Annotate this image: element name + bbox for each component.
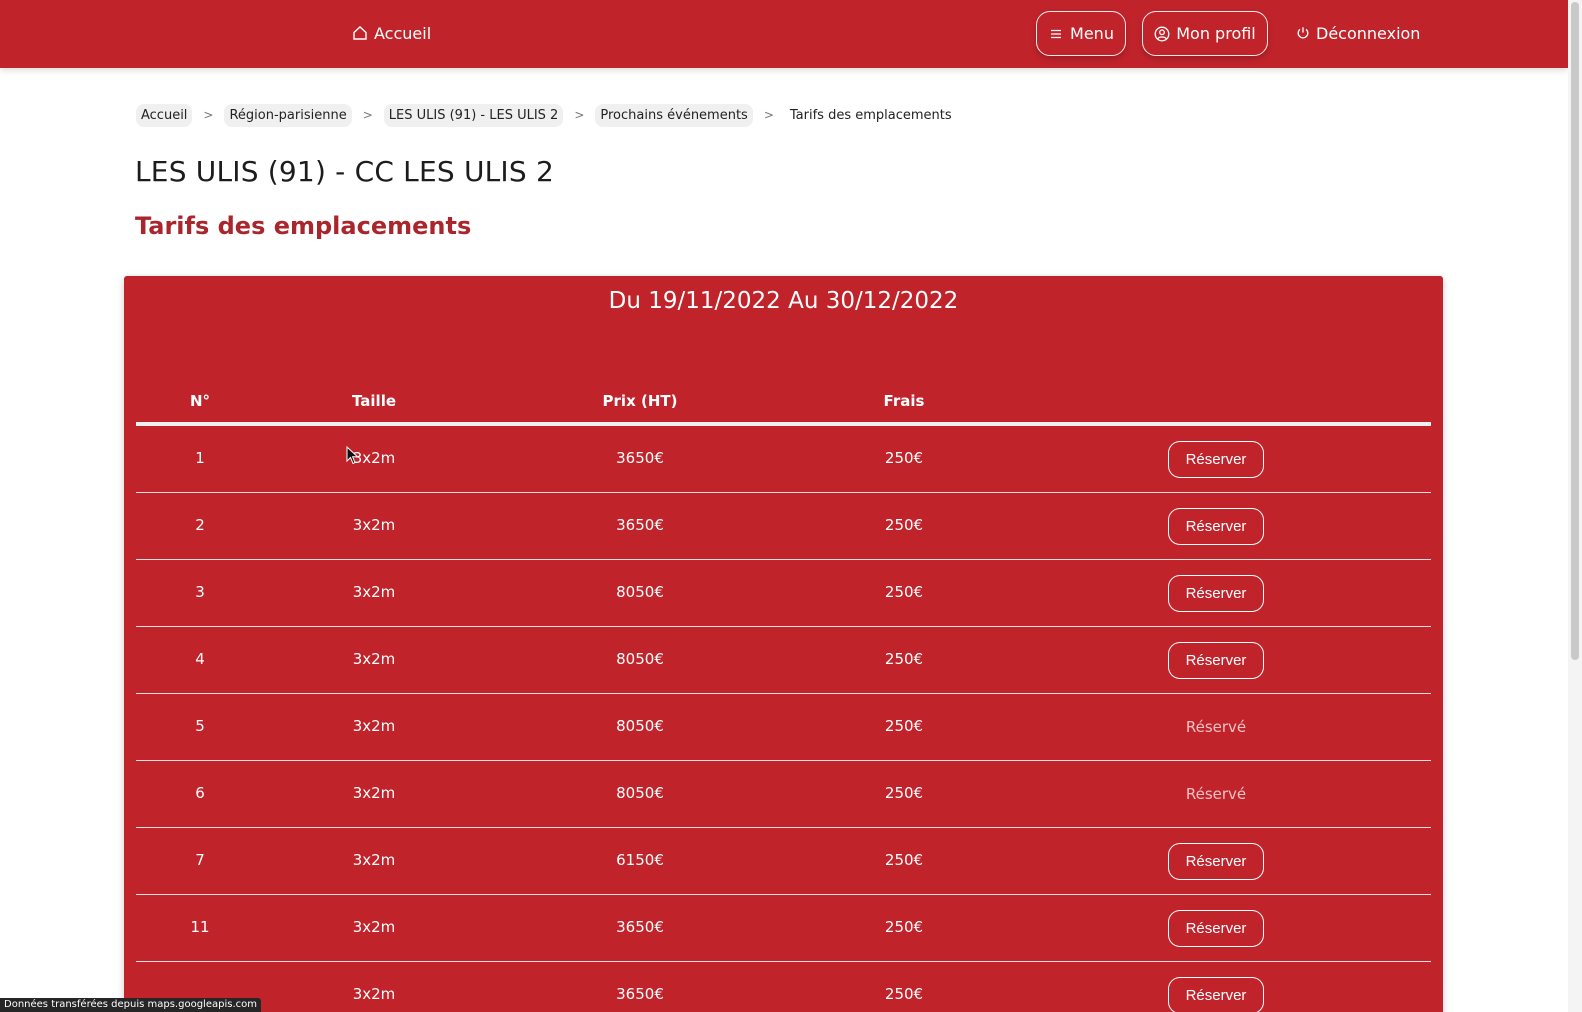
cell-number: 4 xyxy=(195,650,205,668)
home-icon xyxy=(353,26,367,40)
table-row: 3 3x2m 8050€ 250€ Réserver xyxy=(136,560,1431,627)
reserved-status: Réservé xyxy=(1185,785,1247,803)
mouse-cursor-icon xyxy=(346,446,359,465)
chevron-right-icon: > xyxy=(574,108,585,122)
scrollbar-thumb[interactable] xyxy=(1571,2,1579,660)
table-row: 4 3x2m 8050€ 250€ Réserver xyxy=(136,627,1431,694)
page-title: LES ULIS (91) - CC LES ULIS 2 xyxy=(135,155,554,188)
cell-price: 8050€ xyxy=(616,717,664,735)
cell-size: 3x2m xyxy=(352,583,396,601)
menu-label: Menu xyxy=(1070,24,1114,43)
breadcrumb-item-events[interactable]: Prochains événements xyxy=(595,103,753,127)
cell-number: 2 xyxy=(195,516,205,534)
column-header-number: N° xyxy=(189,392,211,410)
chevron-right-icon: > xyxy=(362,108,373,122)
cell-fee: 250€ xyxy=(884,851,924,869)
cell-number: 6 xyxy=(195,784,205,802)
cell-number: 7 xyxy=(195,851,205,869)
top-navbar: Accueil Menu Mon profil Déconnexion xyxy=(0,0,1568,68)
reserve-button[interactable]: Réserver xyxy=(1168,977,1264,1012)
column-header-size: Taille xyxy=(351,392,397,410)
chevron-right-icon: > xyxy=(763,108,774,122)
reserve-button[interactable]: Réserver xyxy=(1168,642,1264,679)
table-row: 3x2m 3650€ 250€ Réserver xyxy=(136,962,1431,1012)
cell-fee: 250€ xyxy=(884,650,924,668)
breadcrumb-item-accueil[interactable]: Accueil xyxy=(136,103,193,127)
breadcrumb-current: Tarifs des emplacements xyxy=(789,107,952,123)
table-row: 6 3x2m 8050€ 250€ Réservé xyxy=(136,761,1431,828)
cell-price: 3650€ xyxy=(616,449,664,467)
reserve-button[interactable]: Réserver xyxy=(1168,508,1264,545)
menu-button[interactable]: Menu xyxy=(1036,11,1126,56)
reserve-button[interactable]: Réserver xyxy=(1168,575,1264,612)
logout-label: Déconnexion xyxy=(1316,23,1421,43)
cell-number: 1 xyxy=(195,449,205,467)
cell-price: 3650€ xyxy=(616,985,664,1003)
section-title: Tarifs des emplacements xyxy=(135,212,472,240)
cell-price: 8050€ xyxy=(616,583,664,601)
cell-fee: 250€ xyxy=(884,985,924,1003)
table-row: 2 3x2m 3650€ 250€ Réserver xyxy=(136,493,1431,560)
profile-label: Mon profil xyxy=(1176,24,1256,43)
column-header-price: Prix (HT) xyxy=(602,392,678,410)
cell-size: 3x2m xyxy=(352,717,396,735)
nav-home-label: Accueil xyxy=(374,23,432,43)
breadcrumb-item-site[interactable]: LES ULIS (91) - LES ULIS 2 xyxy=(383,103,564,127)
cell-size: 3x2m xyxy=(352,650,396,668)
pricing-panel: Du 19/11/2022 Au 30/12/2022 N° Taille Pr… xyxy=(124,276,1443,1012)
cell-fee: 250€ xyxy=(884,583,924,601)
breadcrumb: Accueil > Région-parisienne > LES ULIS (… xyxy=(136,102,957,128)
cell-size: 3x2m xyxy=(352,784,396,802)
browser-status-bar: Données transférées depuis maps.googleap… xyxy=(0,998,261,1012)
table-header: N° Taille Prix (HT) Frais xyxy=(136,386,1431,426)
cell-price: 8050€ xyxy=(616,784,664,802)
date-range-heading: Du 19/11/2022 Au 30/12/2022 xyxy=(608,288,959,314)
cell-number: 11 xyxy=(190,918,210,936)
table-row: 1 3x2m 3650€ 250€ Réserver xyxy=(136,426,1431,493)
chevron-right-icon: > xyxy=(203,108,214,122)
cell-fee: 250€ xyxy=(884,717,924,735)
page-scrollbar[interactable] xyxy=(1568,0,1582,1012)
cell-size: 3x2m xyxy=(352,918,396,936)
cell-fee: 250€ xyxy=(884,918,924,936)
cell-price: 8050€ xyxy=(616,650,664,668)
cell-number: 3 xyxy=(195,583,205,601)
cell-size: 3x2m xyxy=(352,985,396,1003)
cell-size: 3x2m xyxy=(352,851,396,869)
cell-size: 3x2m xyxy=(352,516,396,534)
breadcrumb-item-region[interactable]: Région-parisienne xyxy=(224,103,352,127)
cell-price: 6150€ xyxy=(616,851,664,869)
power-icon xyxy=(1297,27,1309,39)
column-header-fee: Frais xyxy=(883,392,925,410)
cell-fee: 250€ xyxy=(884,516,924,534)
table-row: 7 3x2m 6150€ 250€ Réserver xyxy=(136,828,1431,895)
reserved-status: Réservé xyxy=(1185,718,1247,736)
cell-fee: 250€ xyxy=(884,449,924,467)
hamburger-icon xyxy=(1051,29,1062,38)
nav-home-link[interactable]: Accueil xyxy=(352,20,431,46)
cell-number: 5 xyxy=(195,717,205,735)
table-row: 11 3x2m 3650€ 250€ Réserver xyxy=(136,895,1431,962)
table-row: 5 3x2m 8050€ 250€ Réservé xyxy=(136,694,1431,761)
profile-button[interactable]: Mon profil xyxy=(1142,11,1268,56)
reserve-button[interactable]: Réserver xyxy=(1168,843,1264,880)
cell-price: 3650€ xyxy=(616,516,664,534)
reserve-button[interactable]: Réserver xyxy=(1168,441,1264,478)
user-circle-icon xyxy=(1154,26,1170,41)
logout-link[interactable]: Déconnexion xyxy=(1296,20,1420,46)
cell-fee: 250€ xyxy=(884,784,924,802)
cell-price: 3650€ xyxy=(616,918,664,936)
reserve-button[interactable]: Réserver xyxy=(1168,910,1264,947)
